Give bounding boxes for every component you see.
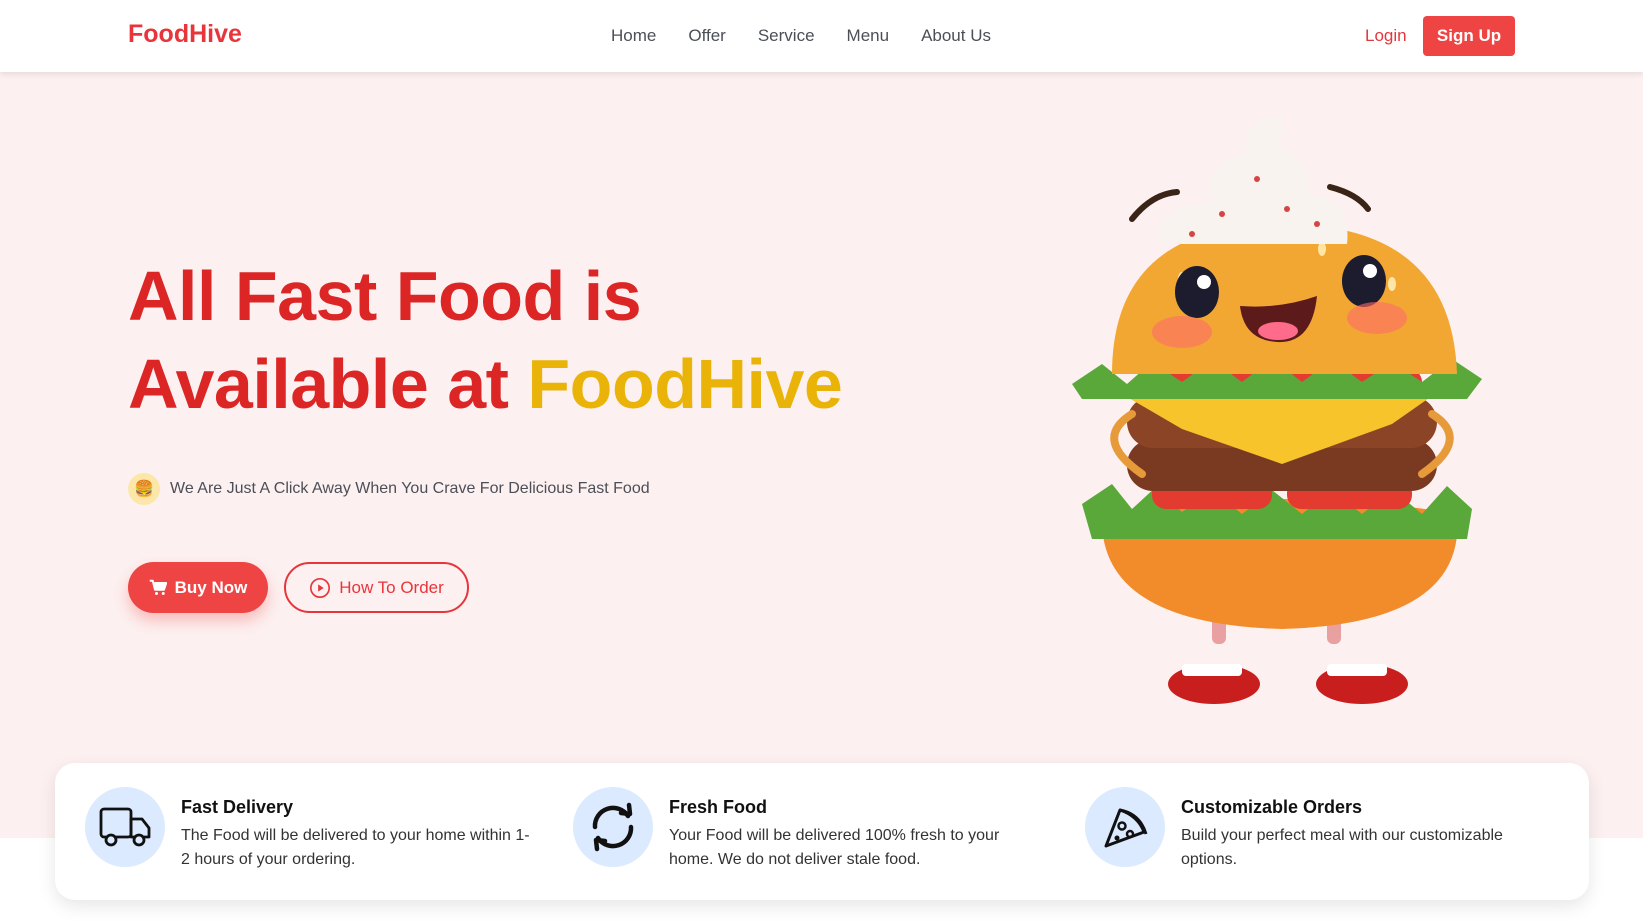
- headline-line-1: All Fast Food is: [128, 257, 642, 335]
- play-circle-icon: [310, 577, 331, 598]
- buy-now-button[interactable]: Buy Now: [128, 562, 268, 613]
- burger-mascot-illustration: [1072, 114, 1482, 704]
- feature-title: Fast Delivery: [181, 797, 294, 817]
- feature-title: Customizable Orders: [1181, 797, 1363, 817]
- feature-description-line-1: Your Food will be delivered 100% fresh t…: [669, 827, 1000, 844]
- buy-now-label: Buy Now: [174, 577, 248, 597]
- cart-icon: [149, 579, 167, 595]
- feature-fresh-food: Fresh Food Your Food will be delivered 1…: [573, 787, 999, 872]
- headline-brand: FoodHive: [527, 345, 843, 423]
- how-to-order-button[interactable]: How To Order: [284, 562, 469, 613]
- feature-description: Build your perfect meal with our customi…: [1181, 824, 1503, 872]
- feature-description: Your Food will be delivered 100% fresh t…: [669, 824, 999, 872]
- logo[interactable]: FoodHive: [128, 20, 242, 49]
- feature-description-line-1: The Food will be delivered to your home …: [181, 827, 530, 844]
- headline-line-2: Available at FoodHive: [128, 340, 843, 428]
- tagline-text: We Are Just A Click Away When You Crave …: [170, 480, 650, 497]
- nav-link-service[interactable]: Service: [758, 26, 815, 46]
- refresh-icon: [573, 787, 653, 867]
- feature-description: The Food will be delivered to your home …: [181, 824, 530, 872]
- truck-icon: [85, 787, 165, 867]
- features-card: Fast Delivery The Food will be delivered…: [55, 763, 1589, 900]
- feature-description-line-2: home. We do not deliver stale food.: [669, 851, 921, 868]
- signup-button[interactable]: Sign Up: [1423, 16, 1515, 56]
- top-navbar: FoodHive Home Offer Service Menu About U…: [0, 0, 1643, 72]
- burger-emoji-icon: 🍔: [128, 473, 160, 505]
- feature-description-line-2: options.: [1181, 851, 1238, 868]
- nav-menu: Home Offer Service Menu About Us: [611, 26, 1023, 46]
- nav-link-about-us[interactable]: About Us: [921, 26, 991, 46]
- hero-tagline: 🍔 We Are Just A Click Away When You Crav…: [128, 473, 650, 505]
- how-to-order-label: How To Order: [339, 577, 444, 597]
- login-link[interactable]: Login: [1365, 26, 1407, 46]
- feature-description-line-2: 2 hours of your ordering.: [181, 851, 356, 868]
- feature-title: Fresh Food: [669, 797, 767, 817]
- headline-prefix: Available at: [128, 345, 528, 423]
- feature-fast-delivery: Fast Delivery The Food will be delivered…: [85, 787, 530, 872]
- hero-headline: All Fast Food is Available at FoodHive: [128, 252, 843, 428]
- feature-description-line-1: Build your perfect meal with our customi…: [1181, 827, 1503, 844]
- pizza-slice-icon: [1085, 787, 1165, 867]
- nav-link-home[interactable]: Home: [611, 26, 656, 46]
- nav-link-menu[interactable]: Menu: [847, 26, 890, 46]
- feature-customizable-orders: Customizable Orders Build your perfect m…: [1085, 787, 1503, 872]
- nav-link-offer[interactable]: Offer: [688, 26, 725, 46]
